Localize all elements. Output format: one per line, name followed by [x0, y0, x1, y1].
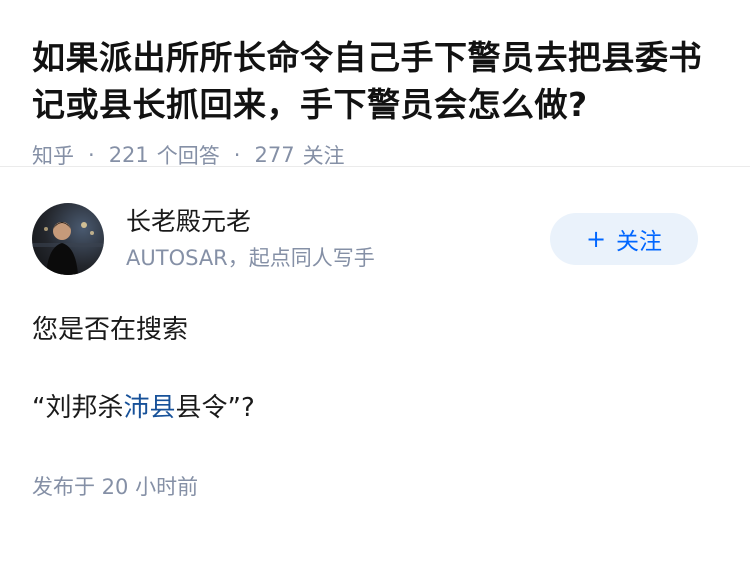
separator-dot: ·	[233, 143, 241, 167]
author-info: 长老殿元老 AUTOSAR，起点同人写手	[126, 206, 375, 272]
paragraph: 您是否在搜索	[32, 315, 189, 345]
author-row: 长老殿元老 AUTOSAR，起点同人写手 + 关注	[32, 203, 718, 275]
separator-dot: ·	[88, 143, 95, 167]
follow-button[interactable]: + 关注	[550, 213, 698, 265]
answer-content: 您是否在搜索 “刘邦杀沛县县令”?	[32, 313, 718, 425]
answers-label: 个回答	[156, 144, 220, 168]
author-name[interactable]: 长老殿元老	[126, 206, 375, 238]
answer-card: 长老殿元老 AUTOSAR，起点同人写手 + 关注 您是否在搜索 “刘邦杀沛县县…	[0, 167, 750, 501]
question-title[interactable]: 如果派出所所长命令自己手下警员去把县委书记或县长抓回来，手下警员会怎么做?	[32, 34, 718, 128]
source-label: 知乎	[32, 144, 74, 168]
quote-close-text: 县令”?	[175, 393, 255, 423]
follow-count: 277	[254, 143, 295, 167]
plus-icon: +	[585, 225, 607, 253]
follow-label: 关注	[302, 144, 345, 168]
author-bio: AUTOSAR，起点同人写手	[126, 246, 375, 270]
search-link[interactable]: 沛县	[123, 393, 175, 423]
question-meta: 知乎 · 221 个回答 · 277 关注	[32, 140, 718, 170]
publish-time: 发布于 20 小时前	[32, 475, 199, 499]
follow-button-label: 关注	[616, 229, 663, 255]
question-header: 如果派出所所长命令自己手下警员去把县委书记或县长抓回来，手下警员会怎么做? 知乎…	[0, 0, 750, 170]
quote-open-text: “刘邦杀	[32, 393, 124, 423]
avatar[interactable]	[32, 203, 104, 275]
avatar-image-icon	[32, 222, 104, 275]
paragraph: “刘邦杀沛县县令”?	[32, 391, 718, 425]
answers-count: 221	[108, 143, 149, 167]
